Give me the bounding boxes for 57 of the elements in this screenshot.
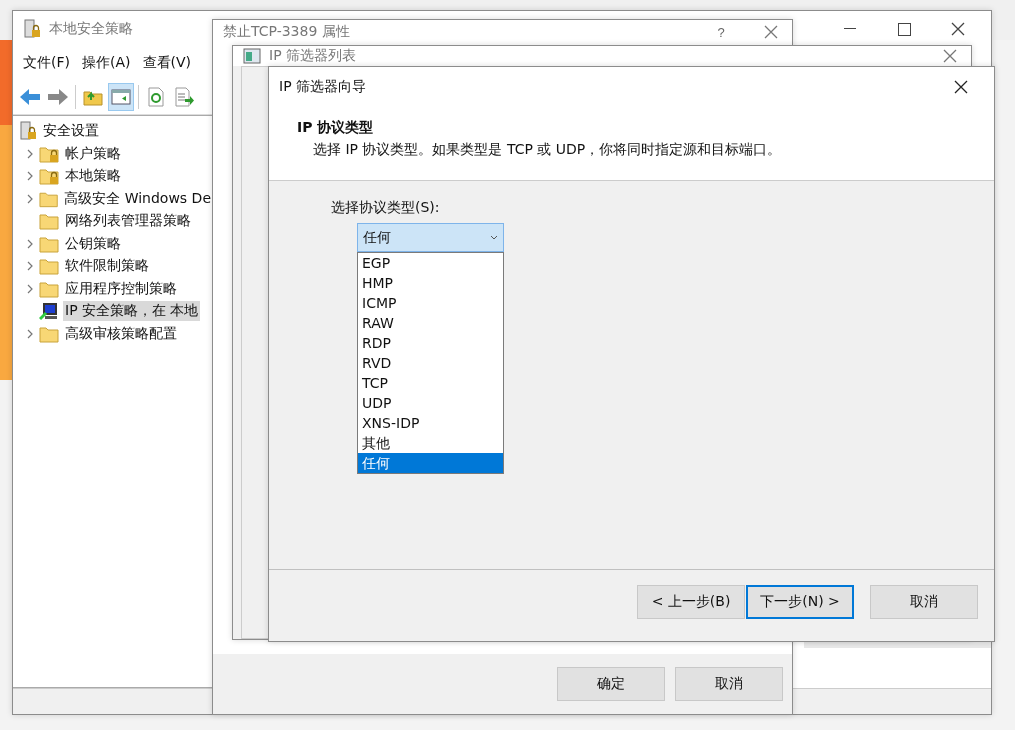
tree-item[interactable]: 软件限制策略 bbox=[63, 256, 151, 277]
forward-arrow-icon bbox=[47, 87, 69, 106]
chevron-right-icon[interactable] bbox=[25, 148, 35, 159]
refresh-icon bbox=[147, 86, 165, 107]
dialog-button[interactable]: 取消 bbox=[675, 667, 783, 701]
protocol-dropdown[interactable]: 任何 bbox=[357, 223, 504, 252]
window-title: IP 筛选器向导 bbox=[279, 78, 367, 96]
window-title: 禁止TCP-3389 属性 bbox=[223, 23, 350, 41]
tree-item[interactable]: 应用程序控制策略 bbox=[63, 278, 179, 299]
chevron-down-icon bbox=[490, 235, 498, 240]
minimize-icon bbox=[844, 28, 856, 30]
wizard-button[interactable]: 下一步(N) > bbox=[746, 584, 854, 619]
close-icon[interactable] bbox=[951, 22, 965, 36]
chevron-right-icon[interactable] bbox=[25, 171, 35, 182]
monitor-icon bbox=[39, 301, 59, 322]
folder-icon bbox=[39, 257, 59, 276]
tree-item[interactable]: 本地策略 bbox=[63, 166, 123, 187]
dropdown-option[interactable]: 任何 bbox=[358, 453, 503, 473]
window-icon bbox=[243, 48, 261, 64]
help-button[interactable]: ? bbox=[710, 23, 732, 41]
wizard-button[interactable]: < 上一步(B) bbox=[637, 584, 745, 619]
toolbar-button[interactable] bbox=[108, 82, 134, 111]
panel-icon bbox=[111, 88, 131, 105]
menu-item[interactable]: 查看(V) bbox=[138, 50, 195, 76]
wizard-button[interactable]: 取消 bbox=[870, 584, 978, 619]
tree-item[interactable]: 安全设置 bbox=[41, 121, 101, 142]
section-heading: IP 协议类型 bbox=[297, 119, 375, 137]
chevron-right-icon[interactable] bbox=[25, 193, 35, 204]
dialog-button[interactable]: 确定 bbox=[557, 667, 665, 701]
window-title: 本地安全策略 bbox=[49, 20, 133, 38]
folder-icon bbox=[39, 212, 59, 231]
menu-item[interactable]: 操作(A) bbox=[78, 50, 135, 76]
chevron-right-icon[interactable] bbox=[25, 261, 35, 272]
back-arrow-icon bbox=[19, 87, 41, 106]
close-icon[interactable] bbox=[954, 80, 968, 94]
section-description: 选择 IP 协议类型。如果类型是 TCP 或 UDP，你将同时指定源和目标端口。 bbox=[312, 141, 783, 159]
tree-item[interactable]: 帐户策略 bbox=[63, 143, 123, 164]
menu-item[interactable]: 文件(F) bbox=[19, 50, 74, 76]
chevron-right-icon[interactable] bbox=[25, 283, 35, 294]
tree-item[interactable]: 公钥策略 bbox=[63, 233, 123, 254]
maximize-icon bbox=[897, 22, 911, 36]
tree-item[interactable]: 高级审核策略配置 bbox=[63, 323, 179, 344]
locked-folder-icon bbox=[39, 144, 59, 163]
tree-item[interactable]: 网络列表管理器策略 bbox=[63, 211, 193, 232]
folder-icon bbox=[39, 324, 59, 343]
folder-icon bbox=[39, 234, 59, 253]
app-icon bbox=[23, 19, 41, 39]
field-label: 选择协议类型(S): bbox=[331, 199, 441, 217]
export-list-icon bbox=[174, 86, 194, 107]
folder-icon bbox=[39, 279, 59, 298]
window-title: IP 筛选器列表 bbox=[269, 47, 357, 65]
tree-item[interactable]: 高级安全 Windows De bbox=[62, 188, 213, 209]
locked-folder-icon bbox=[39, 167, 59, 186]
security-settings-icon bbox=[19, 121, 37, 142]
tree-item[interactable]: IP 安全策略，在 本地 bbox=[63, 301, 201, 322]
chevron-right-icon[interactable] bbox=[25, 238, 35, 249]
chevron-right-icon[interactable] bbox=[25, 328, 35, 339]
